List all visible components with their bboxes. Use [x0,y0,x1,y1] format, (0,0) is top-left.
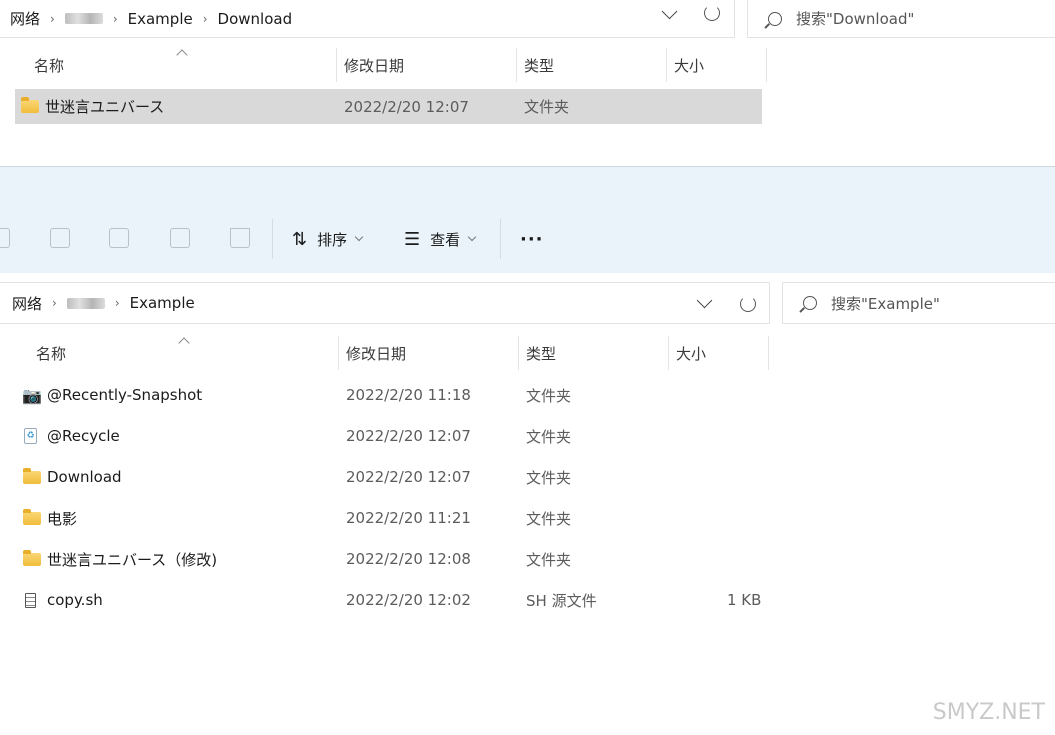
list-item[interactable]: copy.sh 2022/2/20 12:02 SH 源文件 1 KB [17,583,767,617]
sort-icon: ⇅ [292,228,308,250]
recycle-bin-icon: ♻ [24,428,37,444]
file-size: 1 KB [727,591,762,609]
file-date: 2022/2/20 12:07 [346,468,471,486]
top-row-selected[interactable]: 世迷言ユニバース 2022/2/20 12:07 文件夹 [15,89,762,124]
breadcrumb-example[interactable]: Example [128,10,193,28]
file-type: 文件夹 [526,509,572,528]
chevron-right-icon: › [52,296,57,310]
breadcrumb-network[interactable]: 网络 [10,8,40,29]
chevron-down-icon[interactable] [661,3,678,20]
search-icon [768,11,782,26]
view-icon: ☰ [404,228,421,250]
divider [272,219,273,259]
breadcrumb-network[interactable]: 网络 [12,293,42,314]
file-date: 2022/2/20 12:02 [346,591,471,609]
file-name: 世迷言ユニバース（修改) [47,550,218,569]
file-name: 世迷言ユニバース [45,98,165,116]
folder-icon [23,467,41,484]
chevron-right-icon: › [114,296,120,310]
file-date: 2022/2/20 11:18 [346,386,471,404]
divider [668,336,669,370]
list-item[interactable]: 电影 2022/2/20 11:21 文件夹 [17,501,767,535]
top-search-box[interactable]: 搜索"Download" [747,0,1055,38]
file-type: 文件夹 [526,550,572,569]
view-button[interactable]: ☰ 查看 [404,225,477,253]
refresh-icon[interactable] [740,296,756,312]
delete-icon[interactable] [230,228,250,248]
file-date: 2022/2/20 11:21 [346,509,471,527]
search-icon [803,296,817,310]
list-item[interactable]: 📷 @Recently-Snapshot 2022/2/20 11:18 文件夹 [17,378,767,412]
bottom-search-box[interactable]: 搜索"Example" [782,282,1055,324]
file-name: @Recently-Snapshot [47,386,203,404]
file-type: 文件夹 [526,468,572,487]
divider [336,48,337,82]
sort-button[interactable]: ⇅ 排序 [292,225,364,253]
file-name: 电影 [47,509,78,528]
top-col-size[interactable]: 大小 [674,50,704,80]
bottom-col-type[interactable]: 类型 [526,338,556,368]
top-col-type[interactable]: 类型 [524,50,554,80]
script-file-icon [25,592,36,608]
file-date: 2022/2/20 12:07 [346,427,471,445]
chevron-right-icon: › [112,11,118,26]
file-name: @Recycle [47,427,120,445]
rename-icon[interactable] [109,228,129,248]
file-type: 文件夹 [524,98,570,116]
sort-label: 排序 [317,230,348,249]
sort-up-icon [178,337,190,349]
chevron-right-icon: › [50,11,55,26]
file-name: Download [47,468,122,486]
divider [338,336,339,370]
bottom-col-name[interactable]: 名称 [36,338,66,368]
list-item[interactable]: 世迷言ユニバース（修改) 2022/2/20 12:08 文件夹 [17,542,767,576]
file-date: 2022/2/20 12:07 [344,97,469,116]
file-type: 文件夹 [526,386,572,405]
blurred-host [64,13,103,24]
bottom-col-size[interactable]: 大小 [676,338,706,368]
top-address-bar[interactable]: 网络 › › Example › Download [0,0,735,38]
bottom-search-placeholder: 搜索"Example" [831,294,940,313]
divider [766,48,767,82]
divider [500,219,501,259]
folder-icon [21,97,39,113]
blurred-host [66,297,105,309]
folder-icon [23,508,41,525]
file-type: 文件夹 [526,427,572,446]
list-item[interactable]: ♻ @Recycle 2022/2/20 12:07 文件夹 [17,419,767,453]
view-label: 查看 [430,230,461,249]
chevron-down-icon[interactable] [696,292,713,309]
file-date: 2022/2/20 12:08 [346,550,471,568]
watermark: SMYZ.NET [932,700,1045,725]
chevron-right-icon: › [202,11,208,26]
file-type: SH 源文件 [526,591,597,610]
list-item[interactable]: Download 2022/2/20 12:07 文件夹 [17,460,767,494]
more-options-button[interactable]: ··· [520,225,544,253]
breadcrumb-download[interactable]: Download [218,10,293,28]
top-col-date[interactable]: 修改日期 [344,50,404,80]
divider [768,336,769,370]
cut-icon[interactable] [0,228,10,248]
command-bar: ⇅ 排序 ☰ 查看 ··· [0,166,1055,273]
top-col-name[interactable]: 名称 [34,50,64,80]
divider [666,48,667,82]
camera-icon: 📷 [22,385,42,405]
bottom-address-bar[interactable]: 网络 › › Example [0,282,770,324]
refresh-icon[interactable] [704,5,720,21]
folder-icon [23,549,41,566]
share-icon[interactable] [170,228,190,248]
copy-icon[interactable] [50,228,70,248]
bottom-col-date[interactable]: 修改日期 [346,338,406,368]
divider [518,336,519,370]
chevron-down-icon [467,232,477,242]
file-name: copy.sh [47,591,103,609]
divider [516,48,517,82]
sort-up-icon [176,49,188,61]
breadcrumb-example[interactable]: Example [130,294,195,312]
chevron-down-icon [354,232,364,242]
top-search-placeholder: 搜索"Download" [796,10,915,28]
